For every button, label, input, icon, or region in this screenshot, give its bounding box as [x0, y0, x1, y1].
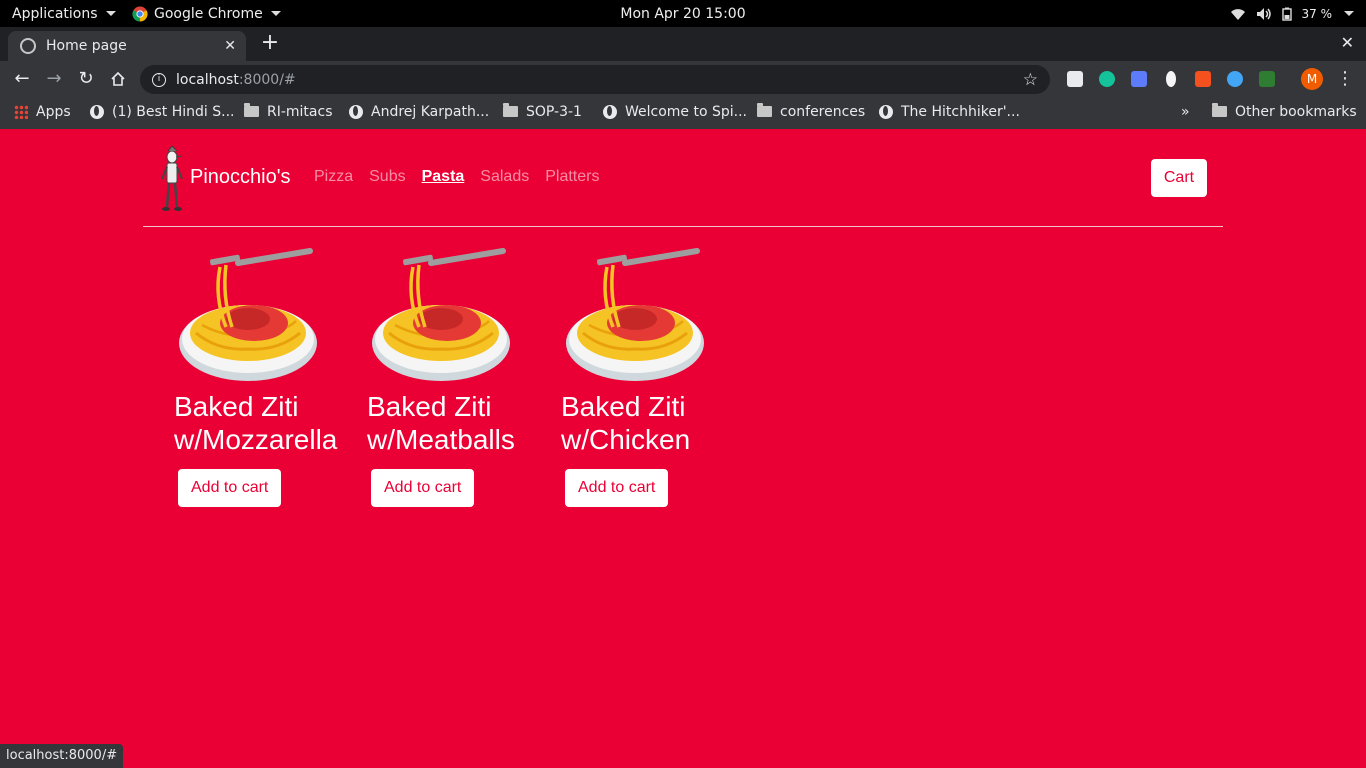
chevron-down-icon — [1344, 11, 1354, 16]
tab-title: Home page — [46, 38, 127, 54]
extension-icon-5[interactable] — [1195, 71, 1211, 87]
bookmark-item[interactable]: The Hitchhiker'... — [879, 97, 1020, 126]
browser-toolbar: ← → ↻ i localhost:8000/# ☆ M ⋮ — [0, 61, 1366, 97]
window-close-icon[interactable]: ✕ — [1341, 33, 1354, 52]
battery-percent: 37 % — [1301, 6, 1333, 21]
bookmark-item[interactable]: SOP-3-1 — [503, 97, 582, 126]
forward-button[interactable]: → — [42, 67, 66, 91]
url-path: :8000/# — [238, 71, 296, 88]
nav-pasta[interactable]: Pasta — [422, 168, 465, 186]
bookmark-item[interactable]: (1) Best Hindi S... — [90, 97, 235, 126]
folder-icon — [1212, 103, 1227, 117]
status-bubble: localhost:8000/# — [0, 744, 124, 768]
volume-icon — [1256, 7, 1271, 20]
cart-button[interactable]: Cart — [1151, 159, 1207, 197]
product-name-line: Baked Ziti — [367, 391, 492, 422]
folder-icon — [244, 103, 259, 117]
pinocchio-logo[interactable] — [159, 145, 185, 213]
chevron-down-icon — [270, 11, 281, 16]
translate-icon[interactable] — [1131, 71, 1147, 87]
close-icon[interactable]: ✕ — [224, 38, 236, 54]
site-navbar: Pinocchio's Pizza Subs Pasta Salads Plat… — [143, 129, 1223, 227]
openai-logo-icon — [603, 104, 617, 119]
product-name-line: w/Meatballs — [367, 424, 515, 455]
back-button[interactable]: ← — [10, 67, 34, 91]
bookmark-label: Other bookmarks — [1235, 103, 1357, 120]
bookmark-item[interactable]: RI-mitacs — [244, 97, 333, 126]
globe-icon — [20, 38, 36, 54]
other-bookmarks[interactable]: Other bookmarks — [1212, 97, 1357, 126]
url-host: localhost — [176, 71, 239, 88]
extension-icon-1[interactable] — [1067, 71, 1083, 87]
product-name: Baked Ziti w/Chicken — [561, 390, 741, 456]
bookmark-star-icon[interactable]: ☆ — [1023, 70, 1038, 90]
applications-menu[interactable]: Applications — [12, 0, 116, 27]
wifi-icon — [1230, 8, 1245, 20]
bookmark-item[interactable]: Welcome to Spi... — [603, 97, 747, 126]
grammarly-icon[interactable] — [1099, 71, 1115, 87]
product-name-line: w/Chicken — [561, 424, 691, 455]
page-content: Pinocchio's Pizza Subs Pasta Salads Plat… — [0, 129, 1366, 768]
product-name: Baked Ziti w/Meatballs — [367, 390, 547, 456]
browser-app-menu[interactable]: Google Chrome — [132, 0, 281, 27]
browser-app-label: Google Chrome — [154, 5, 263, 22]
apps-grid-icon — [14, 104, 28, 119]
menu-kebab-icon[interactable]: ⋮ — [1336, 68, 1354, 89]
extension-icon-4[interactable] — [1166, 71, 1176, 87]
bookmark-item[interactable]: conferences — [757, 97, 865, 126]
nav-pizza[interactable]: Pizza — [314, 168, 353, 186]
bookmarks-overflow-button[interactable]: » — [1181, 97, 1190, 126]
tab-strip: Home page ✕ + ✕ — [0, 27, 1366, 61]
home-button[interactable] — [106, 67, 130, 91]
bookmarks-bar: Apps (1) Best Hindi S... RI-mitacs Andre… — [0, 97, 1366, 126]
bookmark-label: RI-mitacs — [267, 103, 333, 120]
folder-icon — [503, 103, 518, 117]
spaghetti-icon — [179, 248, 317, 381]
extension-icon-7[interactable] — [1259, 71, 1275, 87]
bookmark-label: SOP-3-1 — [526, 103, 582, 120]
battery-icon — [1281, 7, 1292, 21]
folder-icon — [757, 103, 772, 117]
bookmark-label: The Hitchhiker'... — [901, 103, 1020, 120]
product-name-line: Baked Ziti — [561, 391, 686, 422]
system-top-bar: Applications Google Chrome Mon Apr 20 15… — [0, 0, 1366, 27]
bookmark-label: Apps — [36, 103, 71, 120]
product-name-line: Baked Ziti — [174, 391, 299, 422]
new-tab-button[interactable]: + — [258, 32, 282, 56]
chrome-logo-icon — [132, 6, 148, 22]
add-to-cart-button[interactable]: Add to cart — [565, 469, 669, 507]
clock[interactable]: Mon Apr 20 15:00 — [620, 6, 745, 22]
bookmark-item[interactable]: Andrej Karpath... — [349, 97, 489, 126]
nav-salads[interactable]: Salads — [480, 168, 529, 186]
globe-icon — [90, 104, 104, 119]
applications-label: Applications — [12, 5, 98, 22]
bookmark-label: conferences — [780, 103, 866, 120]
system-tray[interactable]: 37 % — [1230, 0, 1354, 27]
reload-button[interactable]: ↻ — [74, 67, 98, 91]
address-bar[interactable]: i localhost:8000/# ☆ — [140, 65, 1050, 94]
chevron-down-icon — [105, 11, 116, 16]
home-icon — [111, 71, 125, 86]
add-to-cart-button[interactable]: Add to cart — [371, 469, 475, 507]
extension-icon-6[interactable] — [1227, 71, 1243, 87]
tab-home-page[interactable]: Home page ✕ — [8, 31, 246, 61]
brand-name[interactable]: Pinocchio's — [190, 166, 291, 189]
spaghetti-icon — [566, 248, 704, 381]
spaghetti-icon — [372, 248, 510, 381]
category-nav: Pizza Subs Pasta Salads Platters — [314, 168, 615, 186]
nav-subs[interactable]: Subs — [369, 168, 405, 186]
site-info-icon[interactable]: i — [152, 72, 166, 87]
bookmark-label: Andrej Karpath... — [371, 103, 490, 120]
bookmark-label: (1) Best Hindi S... — [112, 103, 235, 120]
product-name-line: w/Mozzarella — [174, 424, 338, 455]
globe-icon — [879, 104, 893, 119]
nav-platters[interactable]: Platters — [545, 168, 599, 186]
product-name: Baked Ziti w/Mozzarella — [174, 390, 354, 456]
bookmark-label: Welcome to Spi... — [625, 103, 748, 120]
bookmark-apps[interactable]: Apps — [14, 97, 71, 126]
profile-avatar[interactable]: M — [1301, 68, 1323, 90]
globe-icon — [349, 104, 363, 119]
add-to-cart-button[interactable]: Add to cart — [178, 469, 282, 507]
overflow-chevron-icon: » — [1181, 103, 1190, 120]
